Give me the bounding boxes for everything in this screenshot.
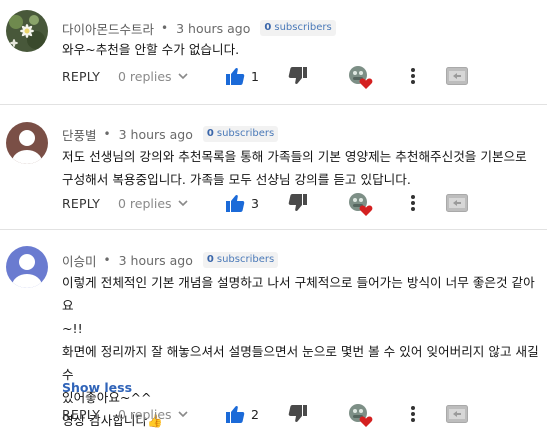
- creator-heart-icon: [349, 193, 373, 216]
- dislike-button[interactable]: [288, 193, 308, 217]
- replies-count: 0 replies: [118, 196, 172, 211]
- reply-button[interactable]: REPLY: [62, 407, 100, 422]
- view-replies-button[interactable]: 0 replies: [118, 69, 188, 84]
- subscriber-badge: 0 subscribers: [260, 20, 336, 36]
- timestamp[interactable]: 3 hours ago: [119, 127, 193, 142]
- subscriber-badge: 0 subscribers: [202, 252, 279, 268]
- creator-heart-icon: [349, 404, 373, 427]
- share-button[interactable]: [446, 67, 468, 89]
- thumbs-up-icon: [226, 67, 245, 85]
- like-button[interactable]: [225, 193, 245, 217]
- comment-line: 이렇게 전체적인 기본 개념을 설명하고 나서 구체적으로 들어가는 방식이 너…: [62, 275, 535, 313]
- chevron-down-icon: [178, 411, 188, 418]
- view-replies-button[interactable]: 0 replies: [118, 407, 188, 422]
- like-button[interactable]: [225, 66, 245, 90]
- vertical-dots-icon: [411, 68, 415, 84]
- more-options-button[interactable]: [410, 405, 416, 427]
- chevron-down-icon: [178, 73, 188, 80]
- comment-text: 저도 선생님의 강의와 추천목록을 통해 가족들의 기본 영양제는 추천해주신것…: [62, 149, 527, 187]
- thumbs-down-icon: [288, 194, 307, 212]
- like-count: 1: [251, 69, 259, 84]
- avatar[interactable]: [6, 246, 48, 288]
- author-name[interactable]: 이승미: [62, 251, 97, 270]
- like-count: 2: [251, 407, 259, 422]
- share-icon: [446, 67, 468, 85]
- share-icon: [446, 405, 468, 423]
- comment-header: 이승미 • 3 hours ago 0 subscribers: [62, 250, 279, 270]
- dislike-button[interactable]: [288, 66, 308, 90]
- more-options-button[interactable]: [410, 194, 416, 216]
- comment-line: ~!!: [62, 321, 83, 336]
- comment-line: 화면에 정리까지 잘 해놓으셔서 설명들으면서 눈으로 몇번 볼 수 있어 잊어…: [62, 344, 539, 382]
- thumbs-up-icon: [226, 194, 245, 212]
- thumbs-up-icon: [226, 405, 245, 423]
- subscriber-label: subscribers: [216, 254, 275, 265]
- comment-item: 단풍별 • 3 hours ago 0 subscribers 저도 선생님의 강…: [0, 105, 547, 223]
- subscriber-label: subscribers: [216, 128, 275, 139]
- creator-heart-button[interactable]: [348, 403, 374, 433]
- thumbs-down-icon: [288, 405, 307, 423]
- avatar[interactable]: [6, 122, 48, 164]
- comment-header: 단풍별 • 3 hours ago 0 subscribers: [62, 124, 279, 144]
- vertical-dots-icon: [411, 406, 415, 422]
- dislike-button[interactable]: [288, 404, 308, 428]
- show-less-link[interactable]: Show less: [62, 380, 132, 395]
- chevron-down-icon: [178, 200, 188, 207]
- comment-actions: REPLY 0 replies 2: [62, 404, 542, 428]
- replies-count: 0 replies: [118, 407, 172, 422]
- replies-count: 0 replies: [118, 69, 172, 84]
- share-button[interactable]: [446, 194, 468, 216]
- comment-item: 이승미 • 3 hours ago 0 subscribers 이렇게 전체적인 …: [0, 230, 547, 438]
- creator-heart-button[interactable]: [348, 192, 374, 222]
- subscriber-label: subscribers: [274, 22, 332, 33]
- subscriber-badge: 0 subscribers: [202, 126, 279, 142]
- avatar[interactable]: [6, 10, 48, 52]
- separator-dot: •: [103, 127, 111, 141]
- subscriber-count: 0: [206, 128, 214, 139]
- more-options-button[interactable]: [410, 67, 416, 89]
- thumbs-down-icon: [288, 67, 307, 85]
- author-name[interactable]: 다이아몬드수트라: [62, 19, 154, 38]
- author-name[interactable]: 단풍별: [62, 125, 97, 144]
- like-button[interactable]: [225, 404, 245, 428]
- comment-actions: REPLY 0 replies 3: [62, 193, 542, 217]
- separator-dot: •: [161, 21, 169, 35]
- creator-heart-button[interactable]: [348, 65, 374, 95]
- comment-header: 다이아몬드수트라 • 3 hours ago 0 subscribers: [62, 18, 336, 38]
- timestamp[interactable]: 3 hours ago: [176, 21, 250, 36]
- view-replies-button[interactable]: 0 replies: [118, 196, 188, 211]
- subscriber-count: 0: [264, 22, 272, 33]
- share-button[interactable]: [446, 405, 468, 427]
- timestamp[interactable]: 3 hours ago: [119, 253, 193, 268]
- vertical-dots-icon: [411, 195, 415, 211]
- subscriber-count: 0: [206, 254, 214, 265]
- share-icon: [446, 194, 468, 212]
- reply-button[interactable]: REPLY: [62, 196, 100, 211]
- creator-heart-icon: [349, 66, 373, 89]
- comment-item: 다이아몬드수트라 • 3 hours ago 0 subscribers 와우~추…: [0, 0, 547, 98]
- comment-text: 와우~추천을 안할 수가 없습니다.: [62, 42, 240, 57]
- separator-dot: •: [103, 253, 111, 267]
- reply-button[interactable]: REPLY: [62, 69, 100, 84]
- like-count: 3: [251, 196, 259, 211]
- comment-actions: REPLY 0 replies 1: [62, 66, 542, 90]
